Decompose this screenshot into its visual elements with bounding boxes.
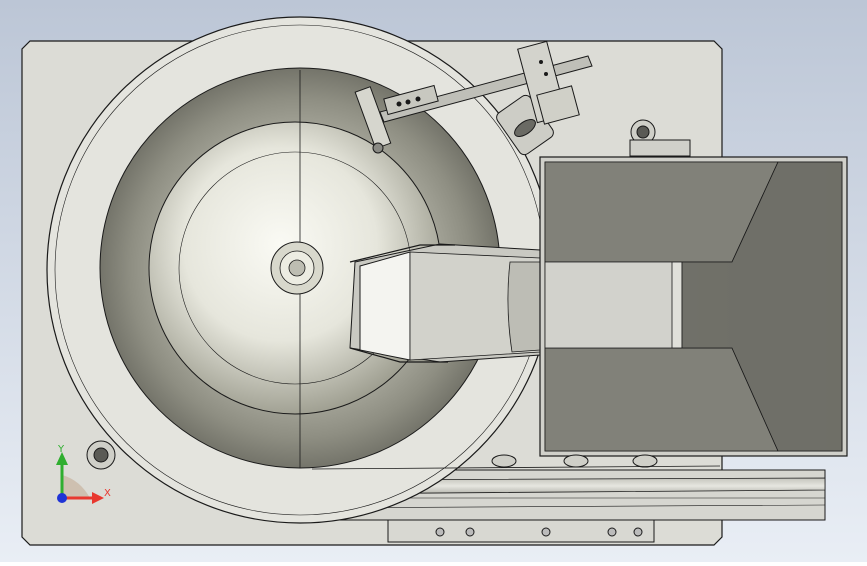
triad-y-label: Y	[57, 444, 65, 455]
triad-x-label: X	[104, 488, 111, 499]
cad-viewport[interactable]: Y X	[0, 0, 867, 562]
hopper	[539, 156, 848, 457]
mounting-bolt-left	[86, 440, 116, 470]
hopper-bracket	[629, 139, 691, 157]
cad-canvas[interactable]: Y X	[0, 0, 867, 562]
center-hub	[270, 241, 324, 295]
bowl-exit-track	[349, 243, 541, 363]
